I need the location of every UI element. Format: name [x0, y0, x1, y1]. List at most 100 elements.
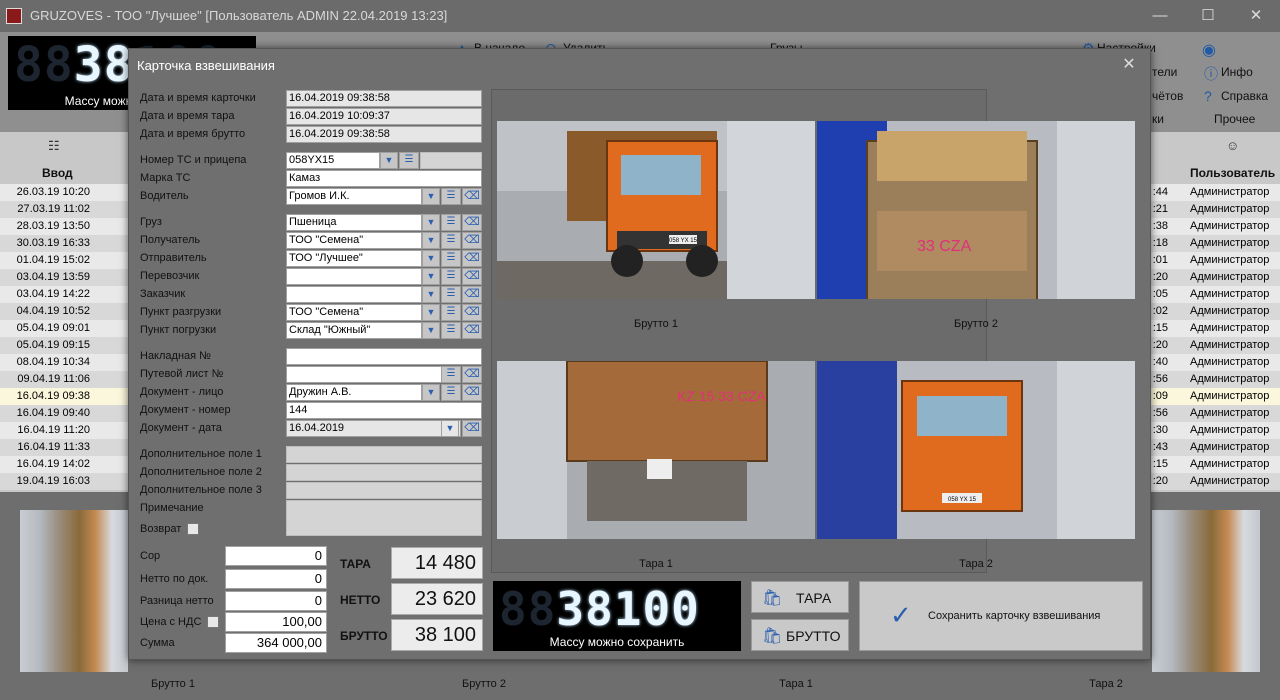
vat-checkbox[interactable] [207, 616, 219, 628]
price-field[interactable]: 100,00 [225, 612, 327, 632]
list-icon[interactable]: ☰ [441, 304, 461, 321]
info-icon[interactable]: ⓘ [1204, 64, 1218, 84]
eraser-icon[interactable]: ⌫ [462, 304, 482, 321]
table-row[interactable]: 01.04.19 15:02 [0, 252, 128, 269]
sor-field[interactable]: 0 [225, 546, 327, 566]
table-row[interactable]: 28.03.19 13:50 [0, 218, 128, 235]
eraser-icon[interactable]: ⌫ [462, 366, 482, 383]
dropdown-arrow-icon[interactable]: ▼ [422, 322, 440, 339]
dialog-close-icon[interactable]: ✕ [1119, 55, 1139, 75]
dropdown-arrow-icon[interactable]: ▼ [422, 304, 440, 321]
note-field[interactable] [286, 500, 482, 536]
vehicle-brand-field[interactable]: Камаз [286, 170, 482, 187]
sum-field[interactable]: 364 000,00 [225, 633, 327, 653]
list-icon[interactable]: ☰ [441, 188, 461, 205]
customer-field[interactable] [286, 286, 422, 303]
doc-number-field[interactable]: 144 [286, 402, 482, 419]
table-row[interactable]: 09.04.19 11:06 [0, 371, 128, 388]
bottom-photo-gross-1[interactable] [20, 510, 128, 672]
help-button[interactable]: Справка [1221, 89, 1268, 103]
cargo-field[interactable]: Пшеница [286, 214, 422, 231]
eraser-icon[interactable]: ⌫ [462, 384, 482, 401]
list-icon[interactable]: ☰ [441, 366, 461, 383]
eraser-icon[interactable]: ⌫ [462, 268, 482, 285]
eraser-icon[interactable]: ⌫ [462, 286, 482, 303]
close-icon[interactable]: ✕ [1246, 6, 1266, 26]
list-icon[interactable]: ☰ [441, 268, 461, 285]
ribbon-item-partial-1[interactable]: тели [1152, 65, 1177, 79]
eraser-icon[interactable]: ⌫ [462, 322, 482, 339]
list-icon[interactable]: ☰ [441, 250, 461, 267]
table-row[interactable]: 08.04.19 10:34 [0, 354, 128, 371]
table-row[interactable]: 04.04.19 10:52 [0, 303, 128, 320]
extra-field-3[interactable] [286, 482, 482, 499]
table-row[interactable]: 16.04.19 11:33 [0, 439, 128, 456]
unload-point-field[interactable]: ТОО "Семена" [286, 304, 422, 321]
eraser-icon[interactable]: ⌫ [462, 232, 482, 249]
dropdown-arrow-icon[interactable]: ▼ [422, 214, 440, 231]
bottom-photo-tare-2[interactable] [1152, 510, 1260, 672]
save-card-button[interactable]: ✓ Сохранить карточку взвешивания [859, 581, 1143, 651]
photo-gross-2[interactable]: 33 CZA [817, 121, 1135, 299]
tare-button[interactable]: 🛍 ТАРА [751, 581, 849, 613]
doc-person-field[interactable]: Дружин А.В. [286, 384, 422, 401]
ribbon-item-partial-2[interactable]: чётов [1152, 89, 1183, 103]
invoice-field[interactable] [286, 348, 482, 365]
net-doc-field[interactable]: 0 [225, 569, 327, 589]
vehicle-number-field[interactable]: 058YX15 [286, 152, 380, 169]
location-icon[interactable]: ◉ [1202, 40, 1216, 60]
tare-datetime-field[interactable]: 16.04.2019 10:09:37 [286, 108, 482, 125]
info-button[interactable]: Инфо [1221, 65, 1253, 79]
dropdown-arrow-icon[interactable]: ▼ [441, 420, 459, 437]
receiver-field[interactable]: ТОО "Семена" [286, 232, 422, 249]
photo-gross-1[interactable]: 058 YX 15 [497, 121, 815, 299]
table-row[interactable]: 16.04.19 09:40 [0, 405, 128, 422]
table-row[interactable]: 03.04.19 14:22 [0, 286, 128, 303]
net-diff-field[interactable]: 0 [225, 591, 327, 611]
table-row[interactable]: 16.04.19 09:38 [0, 388, 128, 405]
table-row[interactable]: 03.04.19 13:59 [0, 269, 128, 286]
sender-field[interactable]: ТОО "Лучшее" [286, 250, 422, 267]
return-checkbox[interactable] [187, 523, 199, 535]
table-row[interactable]: 19.04.19 16:03 [0, 473, 128, 490]
eraser-icon[interactable]: ⌫ [462, 420, 482, 437]
eraser-icon[interactable]: ⌫ [462, 214, 482, 231]
waybill-field[interactable] [286, 366, 461, 383]
column-entry[interactable]: Ввод [42, 166, 73, 180]
table-row[interactable]: 30.03.19 16:33 [0, 235, 128, 252]
table-row[interactable]: 16.04.19 11:20 [0, 422, 128, 439]
dropdown-arrow-icon[interactable]: ▼ [422, 268, 440, 285]
eraser-icon[interactable]: ⌫ [462, 250, 482, 267]
dropdown-arrow-icon[interactable]: ▼ [422, 188, 440, 205]
dropdown-arrow-icon[interactable]: ▼ [422, 286, 440, 303]
ribbon-item-partial-3[interactable]: ки [1152, 112, 1164, 126]
extra-field-2[interactable] [286, 464, 482, 481]
trailer-number-field[interactable] [420, 152, 482, 169]
dropdown-arrow-icon[interactable]: ▼ [422, 250, 440, 267]
table-row[interactable]: 16.04.19 14:02 [0, 456, 128, 473]
help-icon[interactable]: ? [1204, 88, 1212, 104]
photo-tare-1[interactable]: KZ 15 33 CZA [497, 361, 815, 539]
list-icon[interactable]: ☰ [399, 152, 419, 169]
carrier-field[interactable] [286, 268, 422, 285]
dropdown-arrow-icon[interactable]: ▼ [422, 232, 440, 249]
photo-tare-2[interactable]: 058 YX 15 [817, 361, 1135, 539]
table-row[interactable]: 26.03.19 10:20 [0, 184, 128, 201]
list-icon[interactable]: ☰ [441, 384, 461, 401]
gross-datetime-field[interactable]: 16.04.2019 09:38:58 [286, 126, 482, 143]
table-row[interactable]: 05.04.19 09:15 [0, 337, 128, 354]
list-icon[interactable]: ☰ [441, 214, 461, 231]
driver-field[interactable]: Громов И.К. [286, 188, 422, 205]
load-point-field[interactable]: Склад "Южный" [286, 322, 422, 339]
eraser-icon[interactable]: ⌫ [462, 188, 482, 205]
minimize-icon[interactable]: — [1150, 6, 1170, 26]
doc-date-field[interactable]: 16.04.2019 [286, 420, 461, 437]
list-icon[interactable]: ☰ [441, 232, 461, 249]
dropdown-arrow-icon[interactable]: ▼ [380, 152, 398, 169]
extra-field-1[interactable] [286, 446, 482, 463]
list-icon[interactable]: ☰ [441, 286, 461, 303]
maximize-icon[interactable]: ☐ [1198, 6, 1218, 26]
card-datetime-field[interactable]: 16.04.2019 09:38:58 [286, 90, 482, 107]
list-icon[interactable]: ☰ [441, 322, 461, 339]
column-user[interactable]: Пользователь [1190, 166, 1275, 180]
